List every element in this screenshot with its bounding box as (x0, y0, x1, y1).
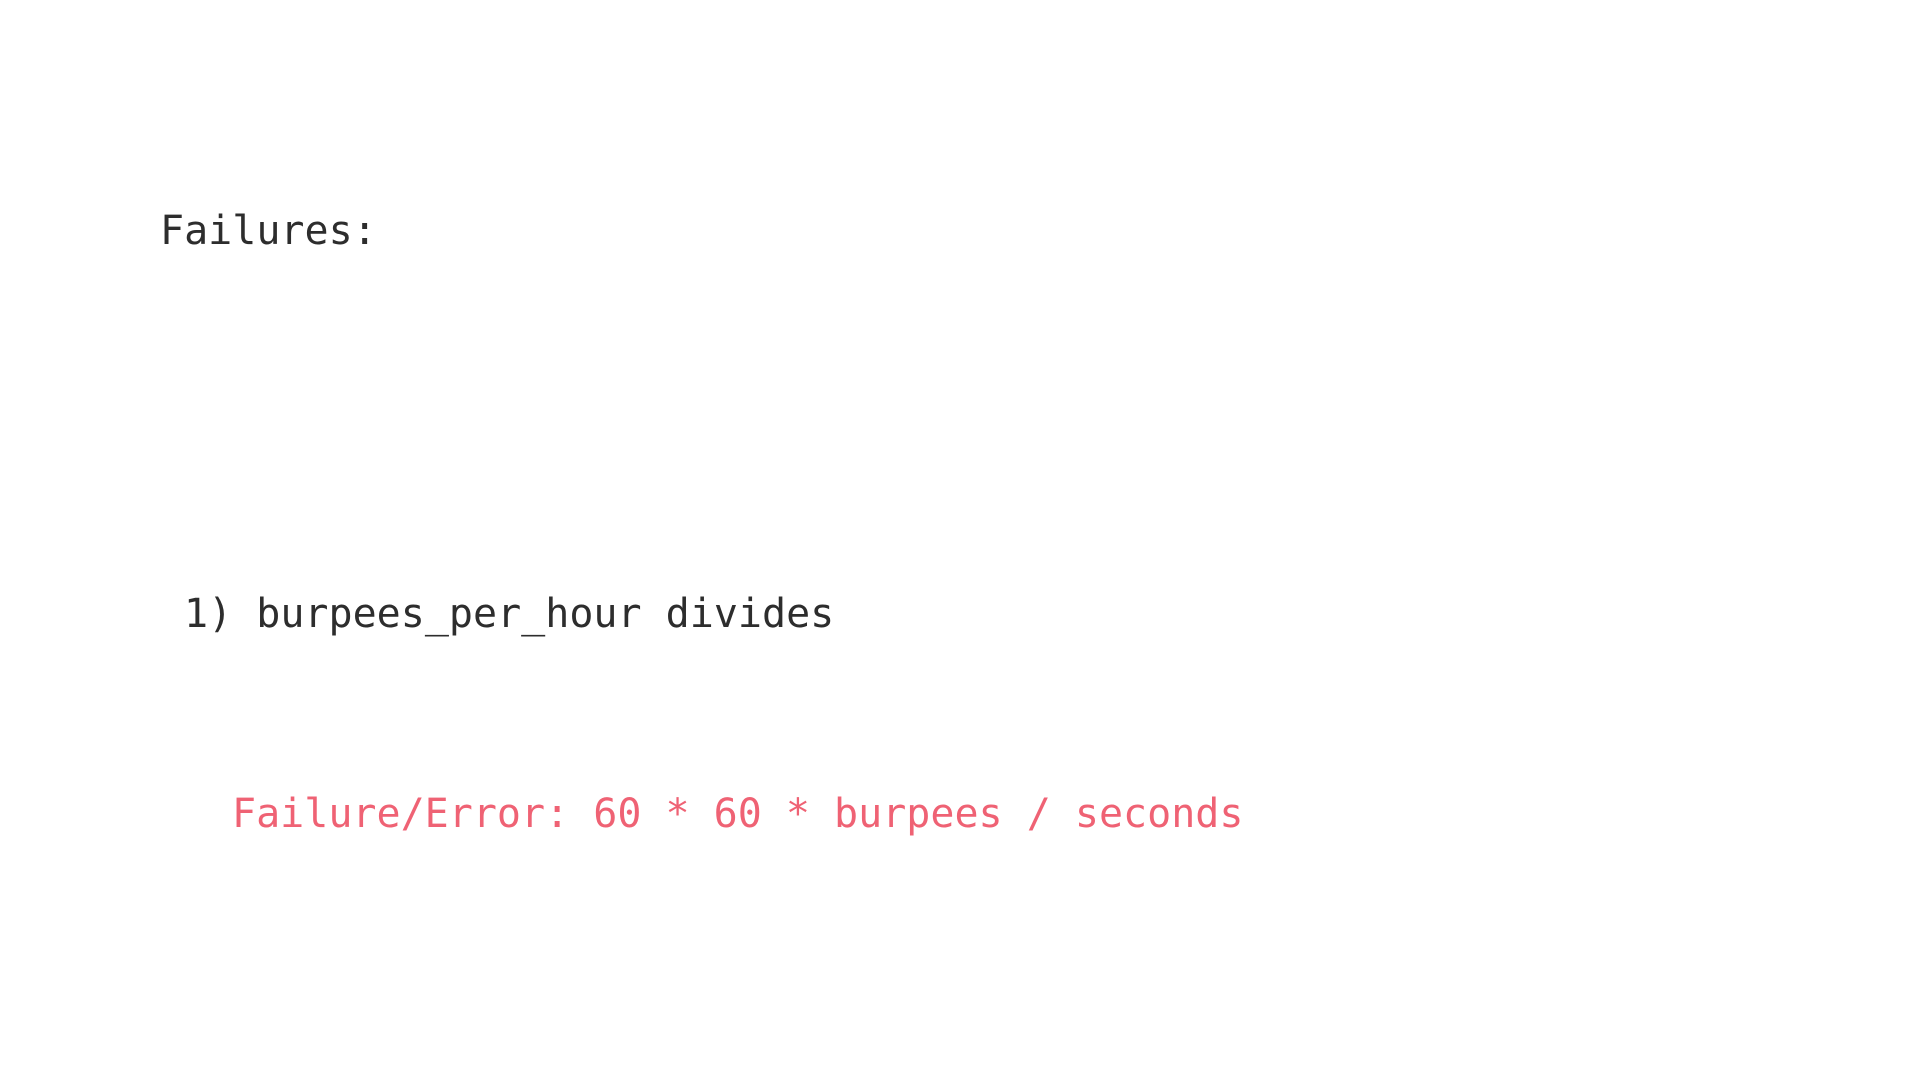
failure-title-separator (232, 591, 256, 637)
failure-index-marker: 1) (184, 591, 233, 637)
terminal-output-pane: Failures: 1) burpees_per_hour divides Fa… (0, 0, 1920, 1080)
failure-error-line: Failure/Error: 60 * 60 * burpees / secon… (232, 791, 1244, 837)
failure-description: burpees_per_hour divides (256, 591, 835, 637)
console-text-block: Failures: 1) burpees_per_hour divides Fa… (0, 56, 1920, 1080)
failures-heading: Failures: (160, 208, 377, 254)
failure-title-line: 1) burpees_per_hour divides (0, 589, 1920, 639)
